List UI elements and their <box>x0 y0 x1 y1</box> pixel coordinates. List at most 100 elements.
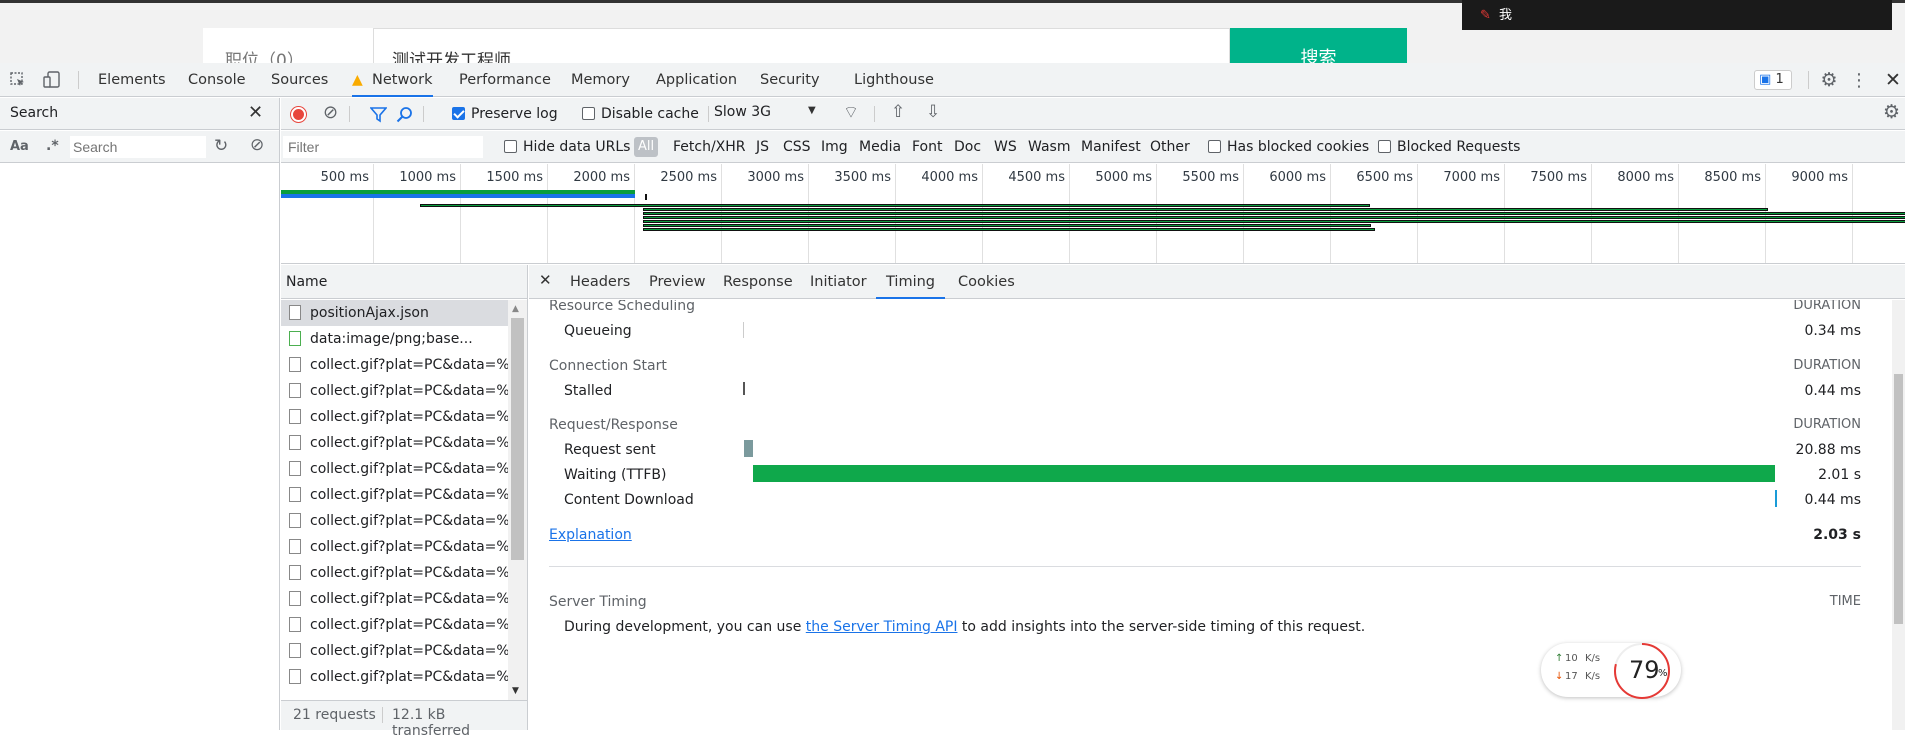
type-filter-css[interactable]: CSS <box>783 139 811 155</box>
checkbox-unchecked[interactable] <box>1208 140 1221 153</box>
name-column-header[interactable]: Name <box>286 274 327 290</box>
explanation-link[interactable]: Explanation <box>549 527 632 543</box>
net-speed-widget[interactable]: ↑ 10 K/s ↓ 17 K/s 79 % <box>1541 643 1681 699</box>
filter-input[interactable] <box>283 136 483 158</box>
search-icon[interactable] <box>395 105 413 123</box>
type-filter-img[interactable]: Img <box>821 139 848 155</box>
type-filter-js[interactable]: JS <box>756 139 769 155</box>
details-scrollbar[interactable] <box>1892 300 1905 730</box>
search-input[interactable] <box>70 136 206 158</box>
tab-sources[interactable]: Sources <box>271 63 328 97</box>
regex-toggle[interactable]: .* <box>46 138 59 154</box>
close-details-icon[interactable]: ✕ <box>539 271 552 289</box>
request-row[interactable]: collect.gif?plat=PC&data=%7... <box>281 508 511 534</box>
tab-performance[interactable]: Performance <box>459 63 551 97</box>
request-row[interactable]: collect.gif?plat=PC&data=%7... <box>281 586 511 612</box>
tab-security[interactable]: Security <box>760 63 820 97</box>
close-search-icon[interactable]: ✕ <box>248 102 263 123</box>
network-settings-icon[interactable]: ⚙ <box>1883 101 1900 123</box>
import-har-icon[interactable]: ⇧ <box>891 102 905 122</box>
request-row[interactable]: collect.gif?plat=PC&data=%7... <box>281 352 511 378</box>
request-list-scrollbar[interactable]: ▲ ▼ <box>508 300 527 700</box>
tab-memory[interactable]: Memory <box>571 63 630 97</box>
request-row[interactable]: data:image/png;base... <box>281 326 511 352</box>
details-tab-cookies[interactable]: Cookies <box>958 265 1015 299</box>
tab-elements[interactable]: Elements <box>98 63 166 97</box>
blocked-requests-label: Blocked Requests <box>1397 139 1521 155</box>
details-tab-preview[interactable]: Preview <box>649 265 705 299</box>
scroll-up-icon[interactable]: ▲ <box>512 304 519 314</box>
checkbox-unchecked[interactable] <box>504 140 517 153</box>
close-devtools-icon[interactable]: ✕ <box>1884 69 1902 91</box>
request-row[interactable]: collect.gif?plat=PC&data=%7... <box>281 482 511 508</box>
record-icon[interactable] <box>291 107 306 122</box>
blocked-requests-checkbox[interactable]: Blocked Requests <box>1378 139 1520 155</box>
settings-gear-icon[interactable]: ⚙ <box>1818 69 1840 91</box>
type-filter-manifest[interactable]: Manifest <box>1081 139 1141 155</box>
details-tab-timing[interactable]: Timing <box>876 265 945 299</box>
tab-network[interactable]: ▲ Network <box>352 63 433 97</box>
tab-console[interactable]: Console <box>188 63 246 97</box>
duration-header: DURATION <box>1793 358 1861 373</box>
details-scrollbar-thumb[interactable] <box>1894 374 1903 624</box>
request-row[interactable]: collect.gif?plat=PC&data=%7... <box>281 378 511 404</box>
server-timing-heading: Server Timing <box>549 594 647 610</box>
hide-data-urls-checkbox[interactable]: Hide data URLs <box>504 139 630 155</box>
total-duration: 2.03 s <box>1813 527 1861 543</box>
type-filter-all[interactable]: All <box>634 137 659 157</box>
more-options-icon[interactable]: ⋮ <box>1850 70 1868 91</box>
network-conditions-icon[interactable]: ⌔ <box>843 102 859 123</box>
refresh-icon[interactable]: ↻ <box>214 136 228 156</box>
filter-icon[interactable] <box>369 105 387 123</box>
details-tab-headers[interactable]: Headers <box>570 265 630 299</box>
request-row[interactable]: collect.gif?plat=PC&data=%7... <box>281 664 511 690</box>
job-search-button[interactable]: 搜索 <box>1230 28 1407 63</box>
scrollbar-thumb[interactable] <box>511 318 524 560</box>
request-row[interactable]: collect.gif?plat=PC&data=%7... <box>281 430 511 456</box>
checkbox-checked[interactable] <box>452 107 465 120</box>
request-row[interactable]: collect.gif?plat=PC&data=%7... <box>281 456 511 482</box>
preserve-log-checkbox[interactable]: Preserve log <box>452 106 558 122</box>
scroll-down-icon[interactable]: ▼ <box>512 686 519 696</box>
checkbox-unchecked[interactable] <box>1378 140 1391 153</box>
request-row[interactable]: positionAjax.json <box>281 300 511 326</box>
match-case-toggle[interactable]: Aa <box>10 139 29 154</box>
type-filter-doc[interactable]: Doc <box>954 139 981 155</box>
tab-application[interactable]: Application <box>656 63 737 97</box>
request-name: collect.gif?plat=PC&data=%7... <box>310 591 511 607</box>
tab-lighthouse[interactable]: Lighthouse <box>854 63 934 97</box>
request-list-header: Name <box>281 265 527 299</box>
server-timing-description: During development, you can use the Serv… <box>564 619 1365 635</box>
request-name: collect.gif?plat=PC&data=%7... <box>310 643 511 659</box>
throttling-select[interactable]: Slow 3G ▼ <box>706 104 821 124</box>
request-name: collect.gif?plat=PC&data=%7... <box>310 383 511 399</box>
details-tab-initiator[interactable]: Initiator <box>810 265 867 299</box>
type-filter-fetch-xhr[interactable]: Fetch/XHR <box>673 139 746 155</box>
export-har-icon[interactable]: ⇩ <box>926 102 940 122</box>
type-filter-ws[interactable]: WS <box>994 139 1017 155</box>
clear-search-icon[interactable]: ⊘ <box>250 135 264 155</box>
type-filter-media[interactable]: Media <box>859 139 901 155</box>
request-name: collect.gif?plat=PC&data=%7... <box>310 409 511 425</box>
search-panel: Search ✕ Aa .* ↻ ⊘ <box>0 98 280 730</box>
disable-cache-checkbox[interactable]: Disable cache <box>582 106 699 122</box>
user-badge[interactable]: 我 <box>1499 8 1512 23</box>
clear-icon[interactable]: ⊘ <box>323 102 338 123</box>
request-row[interactable]: collect.gif?plat=PC&data=%7... <box>281 612 511 638</box>
request-name: collect.gif?plat=PC&data=%7... <box>310 357 511 373</box>
network-overview-timeline[interactable]: 500 ms 1000 ms 1500 ms 2000 ms 2500 ms 3000 m… <box>281 164 1905 264</box>
request-row[interactable]: collect.gif?plat=PC&data=%7... <box>281 638 511 664</box>
issues-badge[interactable]: ▣ 1 <box>1754 70 1792 90</box>
server-timing-api-link[interactable]: the Server Timing API <box>806 619 958 635</box>
type-filter-font[interactable]: Font <box>912 139 942 155</box>
request-row[interactable]: collect.gif?plat=PC&data=%7... <box>281 534 511 560</box>
device-toolbar-icon[interactable] <box>42 71 62 89</box>
inspect-element-icon[interactable] <box>8 71 28 89</box>
request-row[interactable]: collect.gif?plat=PC&data=%7... <box>281 560 511 586</box>
type-filter-other[interactable]: Other <box>1150 139 1190 155</box>
details-tab-response[interactable]: Response <box>723 265 793 299</box>
type-filter-wasm[interactable]: Wasm <box>1028 139 1070 155</box>
checkbox-unchecked[interactable] <box>582 107 595 120</box>
has-blocked-cookies-checkbox[interactable]: Has blocked cookies <box>1208 139 1369 155</box>
request-row[interactable]: collect.gif?plat=PC&data=%7... <box>281 404 511 430</box>
